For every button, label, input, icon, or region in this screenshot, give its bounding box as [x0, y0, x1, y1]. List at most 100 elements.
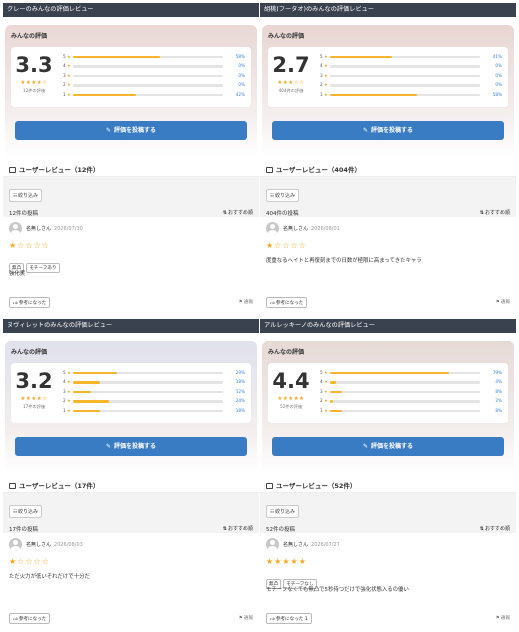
bar-star-label: 5 ★ — [320, 370, 328, 375]
avatar-body — [11, 546, 20, 551]
bar-fill — [330, 93, 417, 96]
helpful-label: 参考になった 1 — [275, 616, 308, 622]
report-label: 通報 — [500, 616, 510, 621]
filter-icon: ☷ — [270, 194, 275, 199]
rating-bar-row: 1 ★ 18% — [63, 407, 245, 416]
bar-star-label: 3 ★ — [320, 73, 328, 78]
bar-star-label: 3 ★ — [63, 73, 71, 78]
bar-star-label: 1 ★ — [320, 92, 328, 97]
bar-fill — [73, 372, 117, 375]
bar-percent: 12% — [235, 388, 245, 394]
bar-track — [330, 390, 480, 394]
helpful-label: 参考になった — [18, 616, 47, 622]
bar-fill — [73, 56, 160, 59]
review-footer: 👍︎参考になった 1 ⚑通報 — [266, 613, 510, 624]
bar-percent: 0% — [495, 63, 502, 69]
report-link[interactable]: ⚑通報 — [496, 615, 510, 621]
star-icon: ★ — [324, 398, 328, 404]
review-item: 名無しさん 2026/07/30 ★☆☆☆☆ 無凸 モチーフあり 強化実 👍︎参考に… — [3, 217, 259, 309]
bar-fill — [73, 93, 136, 96]
rating-distribution: 5 ★ 58% 4 ★ 0% 3 ★ 0% 2 ★ 0% 1 ★ 42% — [63, 53, 245, 100]
avatar-head — [270, 224, 275, 229]
panel-title: 胡桃(フータオ)のみんなの評価レビュー — [260, 3, 516, 17]
sort-dropdown[interactable]: ⇅おすすめ順 — [480, 525, 510, 532]
sort-dropdown[interactable]: ⇅おすすめ順 — [480, 209, 510, 216]
sort-label: おすすめ順 — [227, 526, 253, 532]
avatar-body — [268, 546, 277, 551]
sort-icon: ⇅ — [222, 526, 227, 532]
filter-button[interactable]: ☷絞り込み — [266, 189, 300, 202]
bar-star-label: 3 ★ — [63, 389, 71, 394]
sort-dropdown[interactable]: ⇅おすすめ順 — [223, 525, 253, 532]
bar-track — [73, 390, 223, 394]
report-link[interactable]: ⚑通報 — [496, 299, 510, 305]
rating-distribution: 5 ★ 41% 4 ★ 0% 3 ★ 0% 2 ★ 0% 1 ★ 58% — [320, 53, 502, 100]
user-reviews-title: ユーザーレビュー（404件） — [276, 166, 361, 174]
post-review-button[interactable]: ✎ 評価を投稿する — [15, 437, 247, 456]
thumbs-up-icon: 👍︎ — [270, 616, 275, 622]
bar-track — [73, 65, 223, 68]
star-icon: ★ — [324, 54, 328, 59]
avatar — [9, 538, 22, 551]
rating-bar-row: 3 ★ 12% — [63, 388, 245, 397]
thumbs-up-icon: 👍︎ — [13, 300, 18, 306]
rating-bar-row: 4 ★ 18% — [63, 378, 245, 387]
bar-star-label: 1 ★ — [320, 408, 328, 413]
bar-track — [73, 409, 223, 412]
review-text: 度重なるヘイトと再復刻までの日数が極限に高まってきたキャラ — [266, 258, 422, 264]
rating-summary: 2.7 ★★★☆☆ 404件の評価 5 ★ 41% 4 ★ 0% 3 ★ 0% 2 ★ 0% 1… — [268, 47, 508, 107]
bar-percent: 58% — [235, 54, 245, 59]
bar-track — [330, 381, 480, 384]
bar-star-number: 1 — [320, 91, 323, 97]
filter-button[interactable]: ☷絞り込み — [9, 505, 43, 518]
score-box: 3.3 ★★★★☆ 12件の評価 — [11, 47, 57, 107]
helpful-button[interactable]: 👍︎参考になった 1 — [266, 613, 312, 624]
bar-star-label: 1 ★ — [63, 408, 71, 413]
post-review-label: 評価を投稿する — [371, 443, 414, 450]
report-link[interactable]: ⚑通報 — [239, 299, 253, 305]
average-score: 2.7 — [272, 53, 310, 77]
avatar-head — [13, 540, 18, 545]
chat-bubble-icon — [266, 167, 273, 173]
review-header: 名無しさん 2026/07/30 — [9, 222, 253, 236]
bar-percent: 0% — [495, 72, 502, 78]
bar-percent: 58% — [492, 91, 502, 97]
helpful-button[interactable]: 👍︎参考になった — [9, 297, 51, 308]
bar-star-number: 4 — [320, 63, 323, 69]
pencil-icon: ✎ — [362, 443, 368, 450]
bar-star-number: 2 — [320, 398, 323, 404]
bar-percent: 18% — [235, 407, 245, 413]
review-stars: ★★★★★ — [266, 557, 307, 566]
helpful-button[interactable]: 👍︎参考になった — [9, 613, 51, 624]
chat-bubble-icon — [9, 483, 16, 489]
chat-bubble-icon — [266, 483, 273, 489]
filter-button[interactable]: ☷絞り込み — [266, 505, 300, 518]
filter-label: 絞り込み — [275, 193, 296, 199]
post-review-button[interactable]: ✎ 評価を投稿する — [272, 437, 504, 456]
bar-track — [330, 400, 480, 403]
post-review-button[interactable]: ✎ 評価を投稿する — [15, 121, 247, 140]
user-reviews-heading: ユーザーレビュー（17件） — [3, 479, 259, 493]
post-review-button[interactable]: ✎ 評価を投稿する — [272, 121, 504, 140]
rating-summary: 3.2 ★★★★☆ 17件の評価 5 ★ 29% 4 ★ 18% 3 ★ 12% 2 ★ 24… — [11, 363, 251, 423]
bar-star-label: 2 ★ — [63, 82, 71, 87]
user-reviews-heading: ユーザーレビュー（12件） — [3, 163, 259, 177]
report-link[interactable]: ⚑通報 — [239, 615, 253, 621]
review-item: 名無しさん 2026/08/03 ★☆☆☆☆ ただ火力が低いそれだけで十分だ 👍︎… — [3, 533, 259, 625]
rating-summary: 4.4 ★★★★★ 52件の評価 5 ★ 79% 4 ★ 4% 3 ★ 8% 2 ★ 2% 1 … — [268, 363, 508, 423]
star-icon: ★ — [324, 370, 328, 375]
bar-track — [73, 74, 223, 78]
review-panel: 胡桃(フータオ)のみんなの評価レビュー みんなの評価 2.7 ★★★☆☆ 404… — [260, 3, 516, 315]
filter-button[interactable]: ☷絞り込み — [9, 189, 43, 202]
helpful-button[interactable]: 👍︎参考になった — [266, 297, 308, 308]
average-score: 4.4 — [272, 369, 310, 393]
review-stars: ★☆☆☆☆ — [9, 557, 50, 566]
bar-star-number: 5 — [63, 54, 66, 59]
bar-fill — [330, 409, 342, 412]
review-date: 2026/07/27 — [311, 542, 340, 548]
bar-track — [330, 65, 480, 68]
panel-title: ヌヴィレットのみんなの評価レビュー — [3, 319, 259, 333]
avatar — [266, 538, 279, 551]
sort-dropdown[interactable]: ⇅おすすめ順 — [223, 209, 253, 216]
bar-star-label: 5 ★ — [63, 370, 71, 375]
